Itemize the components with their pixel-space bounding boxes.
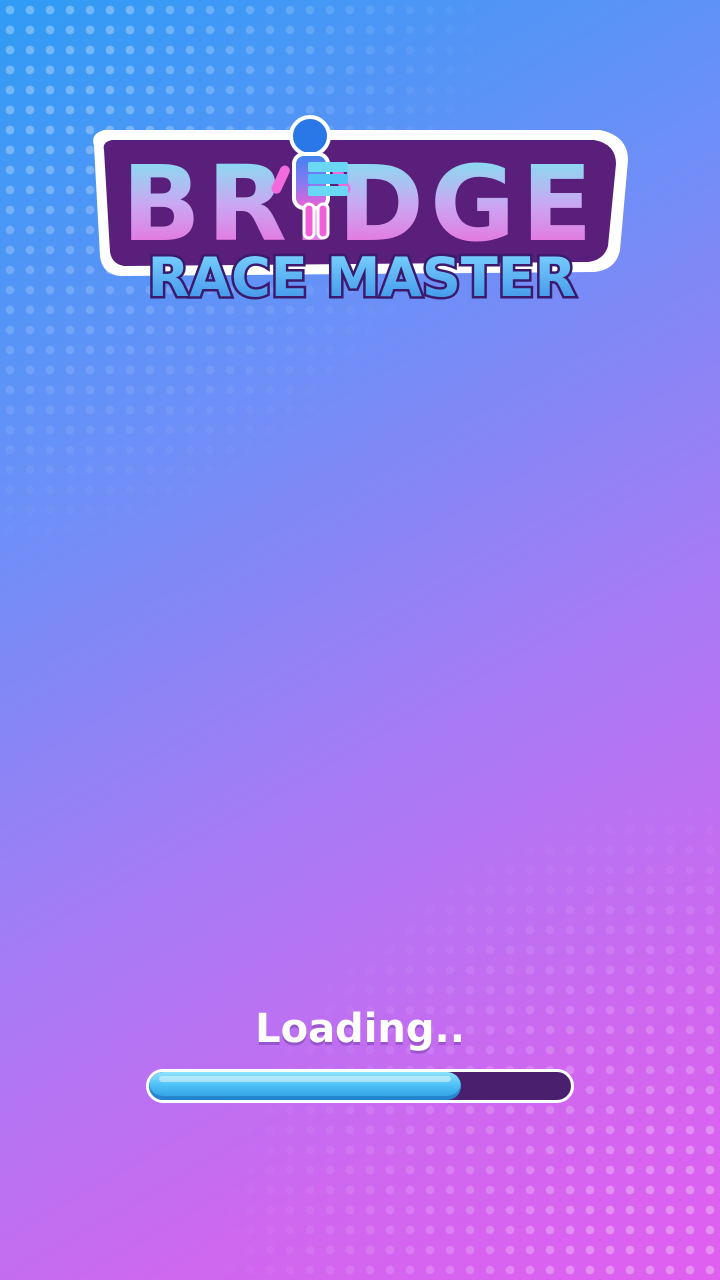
loading-progress-fill <box>149 1072 462 1100</box>
game-logo: BRIDGE RACE MASTER <box>80 100 640 320</box>
loading-progress-bar <box>146 1069 574 1103</box>
loading-label: Loading.. <box>255 1006 465 1052</box>
logo-subtitle: RACE MASTER <box>148 246 576 309</box>
progress-shine <box>159 1076 452 1082</box>
